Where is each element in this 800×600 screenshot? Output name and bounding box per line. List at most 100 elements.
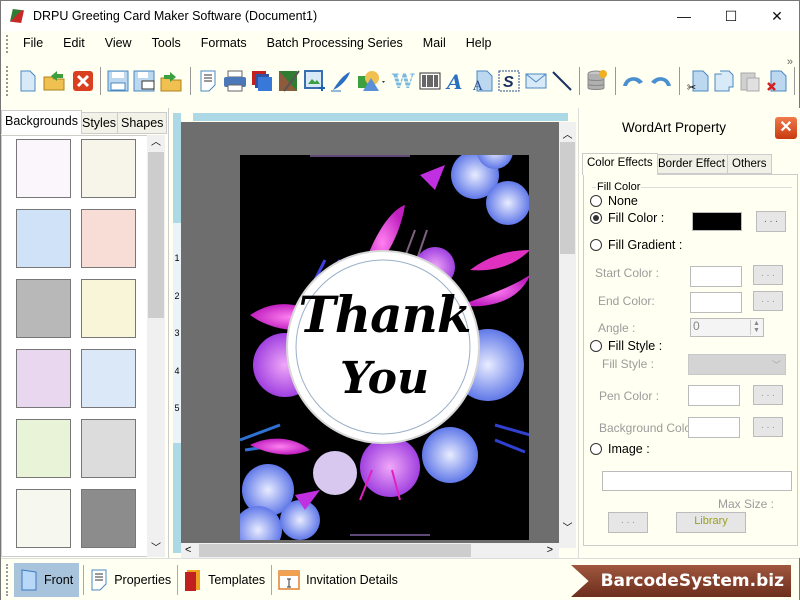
scroll-down-icon[interactable]: ﹀ — [559, 519, 576, 534]
minimize-button[interactable]: — — [661, 1, 707, 31]
menu-file[interactable]: File — [13, 31, 53, 56]
image-edit-icon[interactable] — [277, 69, 300, 93]
toolbar-overflow-button[interactable]: » — [787, 56, 793, 68]
bottom-grip — [6, 563, 9, 596]
properties-icon[interactable] — [197, 69, 219, 93]
cut-icon[interactable]: ✂ — [686, 69, 709, 93]
menu-tools[interactable]: Tools — [142, 31, 191, 56]
background-icon[interactable] — [251, 69, 273, 93]
thumbnail-snowflakes-bg[interactable] — [81, 349, 136, 408]
fill-color-browse-button[interactable]: . . . — [756, 211, 786, 232]
insert-image-icon[interactable] — [303, 69, 326, 93]
watermark-icon[interactable]: W — [390, 69, 415, 93]
scroll-thumb[interactable] — [199, 544, 471, 557]
wordart-icon[interactable]: A — [471, 69, 493, 93]
menu-mail[interactable]: Mail — [413, 31, 456, 56]
thumbnail-clouds-bg[interactable] — [16, 209, 71, 268]
print-icon[interactable] — [223, 69, 247, 93]
svg-text:A: A — [445, 70, 463, 92]
tab-color-effects[interactable]: Color Effects — [582, 153, 658, 175]
pen-color-browse-button: . . . — [753, 385, 783, 405]
fill-color-group-label: Fill Color — [596, 181, 642, 193]
menu-help[interactable]: Help — [456, 31, 502, 56]
brand-banner: BarcodeSystem.biz — [571, 565, 791, 597]
tab-backgrounds[interactable]: Backgrounds — [1, 110, 82, 134]
delete-icon[interactable] — [766, 69, 788, 93]
save-as-icon[interactable] — [133, 69, 155, 93]
toolbar-separator — [99, 67, 101, 95]
database-icon[interactable] — [586, 69, 608, 93]
thumbnail-fireworks-bg[interactable] — [81, 489, 136, 548]
thumbnail-baby-toys-bg[interactable] — [81, 139, 136, 198]
menu-edit[interactable]: Edit — [53, 31, 95, 56]
tab-shapes[interactable]: Shapes — [117, 112, 168, 134]
undo-icon[interactable] — [621, 69, 645, 93]
tab-border-effect[interactable]: Border Effect — [653, 154, 730, 174]
tab-others[interactable]: Others — [727, 154, 772, 174]
greeting-card[interactable]: Thank You — [240, 155, 529, 540]
thumbnail-baby-icons-bg[interactable] — [16, 139, 71, 198]
end-color-label: End Color: — [598, 294, 655, 308]
menu-grip — [6, 34, 9, 53]
canvas-vertical-scrollbar[interactable]: ︿ ﹀ — [559, 122, 576, 548]
menu-formats[interactable]: Formats — [191, 31, 257, 56]
radio-image[interactable] — [590, 443, 602, 455]
text-icon[interactable]: A — [445, 69, 467, 93]
scroll-thumb[interactable] — [148, 152, 164, 318]
scroll-up-icon[interactable]: ︿ — [559, 126, 576, 141]
tab-templates-label: Templates — [208, 572, 266, 587]
radio-fill-color[interactable] — [590, 212, 602, 224]
radio-fill-style[interactable] — [590, 340, 602, 352]
menu-batch-processing[interactable]: Batch Processing Series — [257, 31, 413, 56]
tab-front[interactable]: Front — [14, 562, 80, 597]
gallery-scrollbar[interactable]: ︿ ﹀ — [147, 135, 165, 557]
line-icon[interactable] — [551, 69, 573, 93]
signature-icon[interactable] — [330, 69, 352, 93]
tab-invitation-details[interactable]: Invitation Details — [272, 563, 404, 597]
menu-view[interactable]: View — [95, 31, 142, 56]
thumbnail-pine-trees-bg[interactable] — [16, 419, 71, 478]
invitation-details-icon — [278, 569, 300, 590]
scroll-right-icon[interactable]: > — [547, 543, 553, 558]
shapes-icon[interactable] — [357, 69, 387, 93]
card-text-line1[interactable]: Thank — [240, 285, 529, 344]
library-button: Library — [676, 512, 746, 533]
card-text-line2[interactable]: You — [240, 353, 529, 404]
tab-templates[interactable]: Templates — [178, 563, 271, 597]
radio-fill-gradient[interactable] — [590, 239, 602, 251]
redo-icon[interactable] — [649, 69, 673, 93]
close-doc-icon[interactable] — [71, 69, 93, 93]
export-icon[interactable] — [160, 69, 184, 93]
background-color-label: Background Color : — [599, 421, 702, 435]
maximize-button[interactable]: ☐ — [708, 1, 754, 31]
save-icon[interactable] — [107, 69, 129, 93]
open-icon[interactable] — [43, 69, 67, 93]
scroll-down-icon[interactable]: ﹀ — [147, 541, 165, 557]
start-color-label: Start Color : — [595, 266, 660, 280]
menu-bar: File Edit View Tools Formats Batch Proce… — [1, 31, 799, 56]
symbol-icon[interactable]: S — [498, 69, 520, 93]
tab-properties[interactable]: Properties — [84, 563, 177, 597]
fill-color-swatch[interactable] — [692, 212, 742, 231]
tab-styles[interactable]: Styles — [78, 112, 121, 134]
scroll-left-icon[interactable]: < — [185, 543, 191, 558]
thumbnail-ornaments-bg[interactable] — [16, 489, 71, 548]
fill-gradient-label: Fill Gradient : — [608, 238, 683, 252]
radio-none[interactable] — [590, 195, 602, 207]
canvas-horizontal-scrollbar[interactable]: < > — [181, 543, 559, 558]
thumbnail-heart-white-bg[interactable] — [81, 419, 136, 478]
panel-close-button[interactable]: ✕ — [775, 117, 797, 139]
thumbnail-pastel-floral-bg[interactable] — [16, 349, 71, 408]
window-title: DRPU Greeting Card Maker Software (Docum… — [33, 9, 318, 23]
thumbnail-strawberries-bg[interactable] — [81, 209, 136, 268]
scroll-thumb[interactable] — [560, 142, 575, 254]
close-button[interactable]: ✕ — [754, 1, 800, 31]
email-icon[interactable] — [524, 69, 546, 93]
thumbnail-gray-hearts-bg[interactable] — [16, 279, 71, 338]
barcode-icon[interactable] — [419, 69, 441, 93]
copy-icon[interactable] — [713, 69, 735, 93]
thumbnail-flowers-border-bg[interactable] — [81, 279, 136, 338]
background-gallery — [1, 135, 148, 557]
new-icon[interactable] — [17, 69, 39, 93]
scroll-up-icon[interactable]: ︿ — [147, 135, 165, 151]
